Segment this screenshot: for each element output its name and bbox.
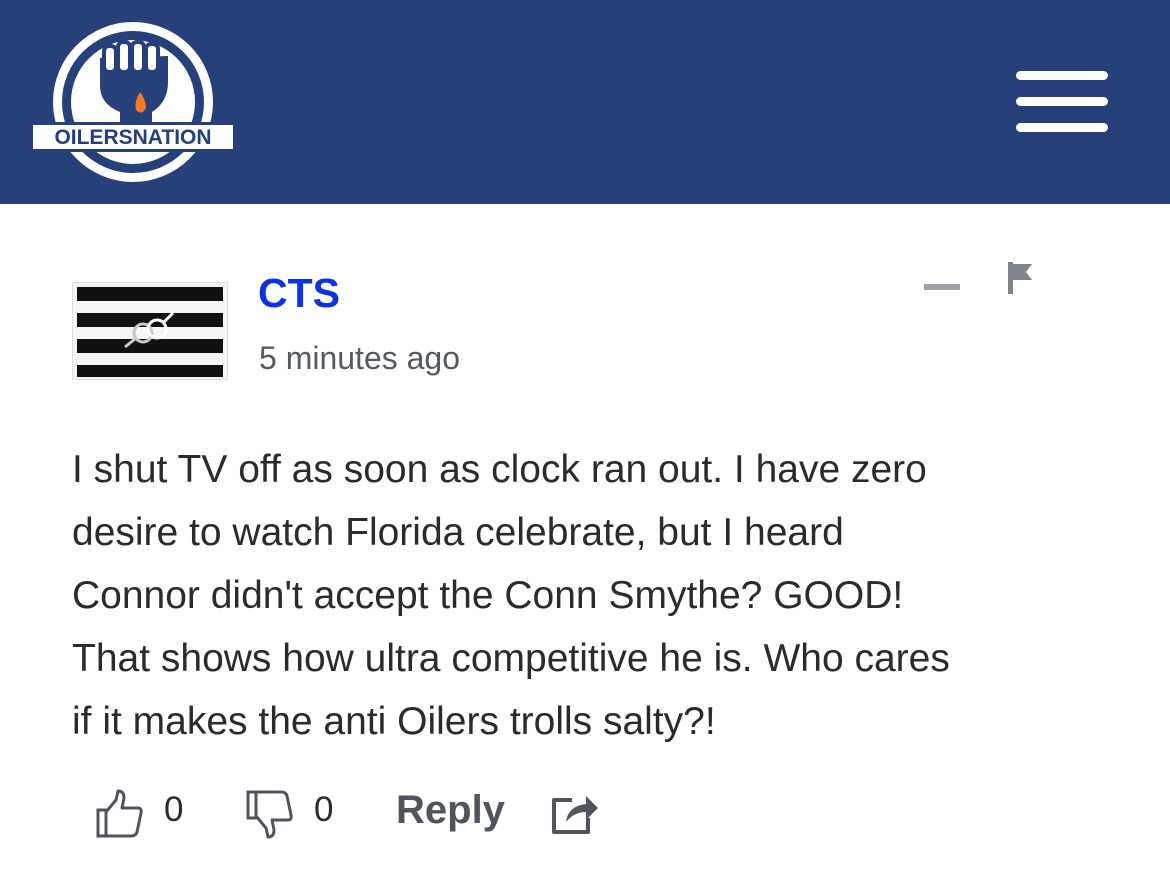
menu-bar xyxy=(1016,123,1108,132)
fist-logo-icon: OILERSNATION xyxy=(30,22,236,182)
logo-text: OILERSNATION xyxy=(54,126,211,149)
flag-icon[interactable] xyxy=(1004,260,1036,296)
comment-line: Connor didn't accept the Conn Smythe? GO… xyxy=(72,574,904,617)
avatar-flag-image xyxy=(73,283,227,379)
comment-timestamp: 5 minutes ago xyxy=(259,340,461,376)
reply-button[interactable]: Reply xyxy=(396,788,505,833)
comment-actions: 0 0 Reply xyxy=(0,774,1170,854)
comment-line: if it makes the anti Oilers trolls salty… xyxy=(72,700,716,743)
comment-body: I shut TV off as soon as clock ran out. … xyxy=(72,438,1112,753)
oilersnation-logo[interactable]: OILERSNATION xyxy=(28,16,238,188)
comment-author[interactable]: CTS xyxy=(258,270,340,317)
comment-card: CTS 5 minutes ago I shut TV off as soon … xyxy=(0,204,1170,894)
thumbs-down-icon[interactable] xyxy=(244,788,296,840)
thumbs-up-glyph xyxy=(96,789,143,838)
comment-line: That shows how ultra competitive he is. … xyxy=(72,637,950,680)
downvote-count: 0 xyxy=(314,790,334,829)
menu-bar xyxy=(1016,97,1108,106)
flag-glyph xyxy=(1008,262,1032,294)
share-icon[interactable] xyxy=(548,788,600,840)
menu-bar xyxy=(1016,71,1108,80)
comment-line: I shut TV off as soon as clock ran out. … xyxy=(72,448,927,491)
share-glyph xyxy=(552,796,598,834)
minus-icon[interactable] xyxy=(922,280,962,296)
hamburger-menu-icon[interactable] xyxy=(1012,68,1112,136)
thumbs-down-glyph xyxy=(246,790,293,839)
site-header: OILERSNATION xyxy=(0,0,1170,204)
comment-line: desire to watch Florida celebrate, but I… xyxy=(72,511,844,554)
thumbs-up-icon[interactable] xyxy=(94,788,146,840)
avatar[interactable] xyxy=(72,282,228,380)
minus-bar xyxy=(924,284,960,290)
upvote-count: 0 xyxy=(164,790,184,829)
